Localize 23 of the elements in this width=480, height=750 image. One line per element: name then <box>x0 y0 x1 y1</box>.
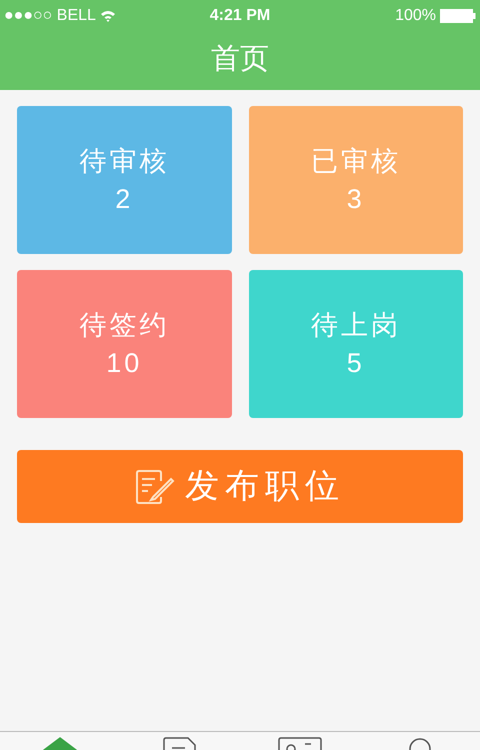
wifi-icon <box>100 10 116 22</box>
document-icon[interactable] <box>163 737 197 750</box>
stat-label: 待签约 <box>79 309 170 342</box>
battery-icon <box>440 9 476 23</box>
carrier-label: ●●●○○ BELL <box>4 6 96 26</box>
battery-percent: 100% <box>395 6 436 26</box>
stat-count: 5 <box>346 347 365 380</box>
edit-note-icon <box>135 468 175 504</box>
stat-card[interactable]: 已审核 3 <box>248 106 463 254</box>
home-icon[interactable] <box>43 737 77 750</box>
stat-label: 待上岗 <box>310 309 401 342</box>
stat-count: 10 <box>106 347 142 380</box>
stat-card[interactable]: 待上岗 5 <box>248 270 463 418</box>
stat-card[interactable]: 待审核 2 <box>17 106 232 254</box>
stat-label: 待审核 <box>79 145 170 178</box>
stat-label: 已审核 <box>310 145 401 178</box>
stat-card[interactable]: 待签约 10 <box>17 270 232 418</box>
id-card-icon[interactable] <box>278 737 322 750</box>
publish-job-button[interactable]: 发布职位 <box>17 450 463 523</box>
stat-count: 2 <box>115 183 134 216</box>
stat-count: 3 <box>346 183 365 216</box>
page-title: 首页 <box>211 42 269 78</box>
clock-time: 4:21 PM <box>210 6 270 26</box>
